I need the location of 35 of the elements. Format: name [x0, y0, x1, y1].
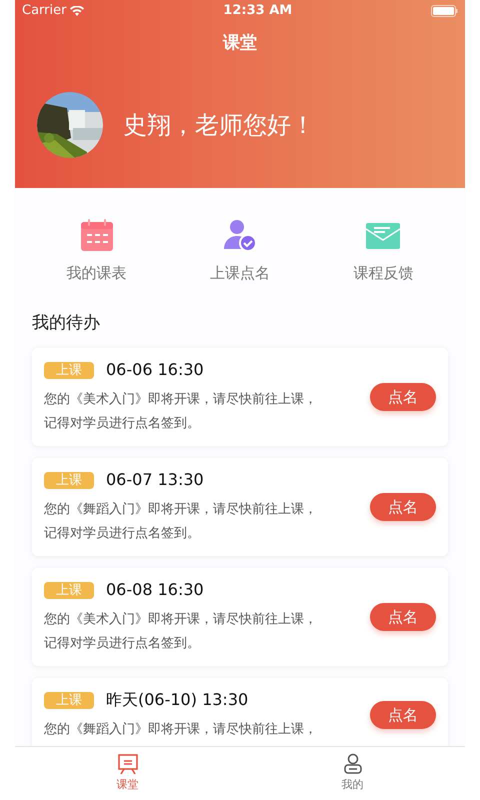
lesson-time: 06-08 16:30 — [106, 579, 204, 601]
roll-call-button[interactable]: 点名 — [370, 493, 436, 521]
shortcut-button[interactable]: 上课点名 — [180, 218, 300, 284]
page-title: 课堂 — [223, 32, 257, 56]
roll-call-button[interactable]: 点名 — [370, 603, 436, 631]
todo-text: 您的《美术入门》即将开课，请尽快前往上课， — [44, 391, 318, 409]
person-check-icon — [222, 218, 257, 252]
greeting-text: 史翔，老师您好！ — [123, 110, 315, 141]
lesson-tag: 上课 — [44, 582, 94, 598]
battery-icon — [431, 5, 458, 17]
lesson-time: 昨天(06-10) 13:30 — [106, 689, 248, 711]
lesson-tag: 上课 — [44, 692, 94, 708]
lesson-time: 06-06 16:30 — [106, 359, 204, 381]
person-icon — [342, 753, 364, 776]
todo-text: 记得对学员进行点名签到。 — [44, 635, 201, 653]
shortcut-button[interactable]: 我的课表 — [36, 218, 157, 284]
lesson-tag: 上课 — [44, 362, 94, 378]
todo-text: 您的《舞蹈入门》即将开课，请尽快前往上课， — [44, 721, 318, 739]
clock-text: 12:33 AM — [223, 2, 292, 20]
todo-text: 记得对学员进行点名签到。 — [44, 525, 201, 543]
lesson-tag: 上课 — [44, 472, 94, 488]
wifi-icon — [70, 6, 84, 16]
presentation-board-icon — [116, 753, 138, 776]
carrier-text: Carrier — [22, 2, 66, 20]
tab-bar-item[interactable]: 课堂 — [15, 747, 240, 800]
section-title: 我的待办 — [32, 312, 100, 334]
roll-call-button[interactable]: 点名 — [370, 383, 436, 411]
todo-text: 您的《美术入门》即将开课，请尽快前往上课， — [44, 611, 318, 629]
tab-bar-item[interactable]: 我的 — [240, 747, 465, 800]
shortcut-button[interactable]: 课程反馈 — [323, 218, 444, 284]
todo-text: 您的《舞蹈入门》即将开课，请尽快前往上课， — [44, 501, 318, 519]
todo-text: 记得对学员进行点名签到。 — [44, 415, 201, 433]
roll-call-button[interactable]: 点名 — [370, 701, 436, 729]
calendar-icon — [80, 218, 114, 252]
lesson-time: 06-07 13:30 — [106, 469, 204, 491]
